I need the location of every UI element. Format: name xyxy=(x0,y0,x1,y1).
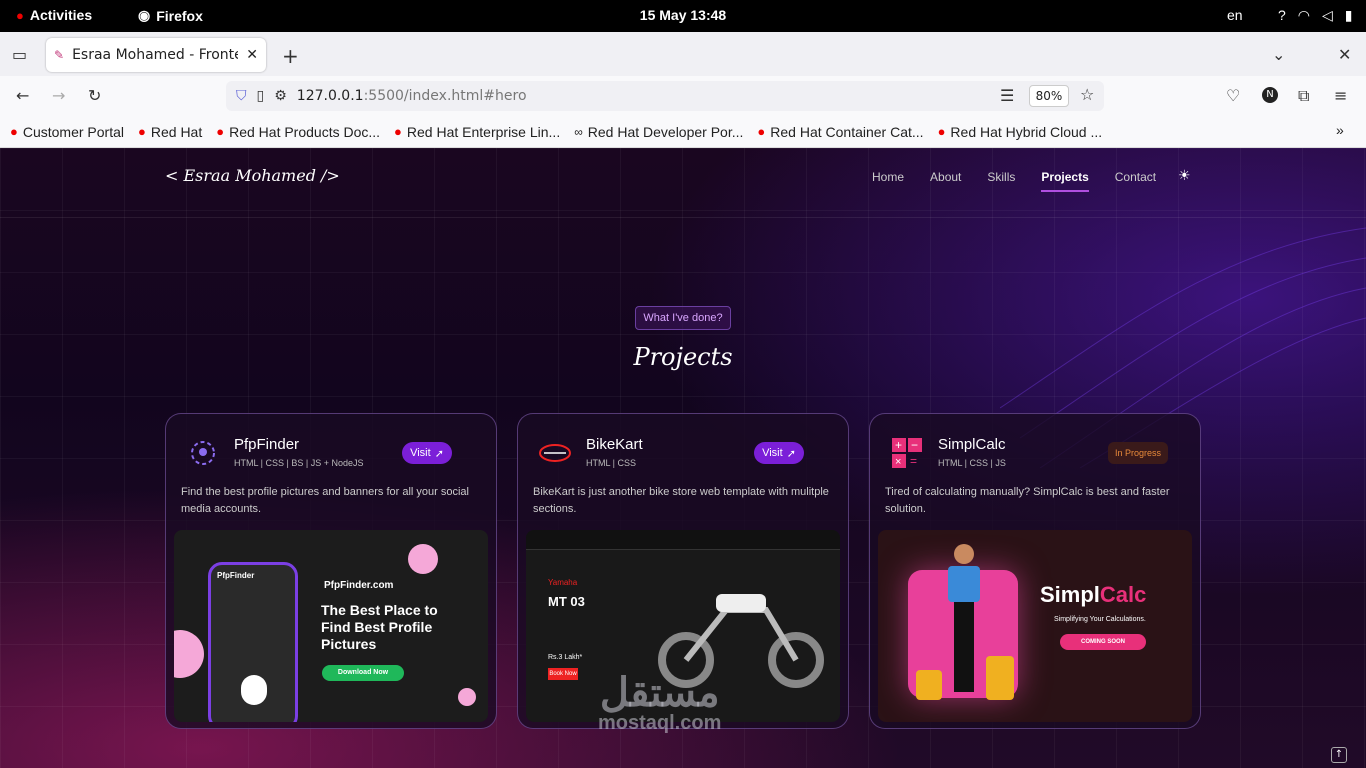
favicon-icon: ✎ xyxy=(54,48,65,62)
redhat-icon: ● xyxy=(937,124,946,139)
browser-tab[interactable]: ✎ Esraa Mohamed - Frontend Developer ✕ xyxy=(46,38,266,72)
close-tab-icon[interactable]: ✕ xyxy=(246,47,258,63)
calculator-logo-icon: + − × = xyxy=(890,436,924,470)
back-button[interactable]: ← xyxy=(16,86,29,105)
pocket-icon[interactable]: ♡ xyxy=(1226,86,1240,105)
bookmark-star-icon[interactable]: ☆ xyxy=(1080,85,1094,104)
project-name: BikeKart xyxy=(586,436,643,453)
project-card-simplcalc: + − × = SimplCalc HTML | CSS | JS In Progre… xyxy=(869,413,1201,729)
menu-icon[interactable]: ≡ xyxy=(1334,86,1347,105)
svg-text:×: × xyxy=(895,456,901,468)
close-window-icon[interactable]: ✕ xyxy=(1338,45,1351,64)
bookmark-item[interactable]: ● Red Hat xyxy=(138,124,202,140)
bookmark-item[interactable]: ● Red Hat Hybrid Cloud ... xyxy=(938,124,1103,140)
extensions-icon[interactable]: ⧉ xyxy=(1298,86,1309,106)
nav-about[interactable]: About xyxy=(930,170,961,192)
zoom-level[interactable]: 80% xyxy=(1029,85,1069,107)
visit-button[interactable]: Visit ➚ xyxy=(402,442,452,464)
page-viewport: < Esraa Mohamed /> Home About Skills Pro… xyxy=(0,148,1366,768)
nav-projects[interactable]: Projects xyxy=(1041,170,1089,192)
more-bookmarks-icon[interactable]: » xyxy=(1336,122,1344,138)
project-description: BikeKart is just another bike store web … xyxy=(533,486,829,515)
person-illustration xyxy=(954,544,974,564)
permissions-icon: ⚙ xyxy=(274,88,287,104)
redhat-icon: ● xyxy=(757,124,766,139)
reader-view-icon[interactable]: ☰ xyxy=(1000,86,1014,105)
theme-toggle-sun-icon[interactable]: ☀ xyxy=(1178,168,1191,184)
reload-button[interactable]: ↻ xyxy=(88,86,101,105)
section-badge: What I've done? xyxy=(635,306,731,330)
svg-text:=: = xyxy=(910,454,917,468)
panda-mascot-icon xyxy=(241,675,267,705)
phone-mockup: PfpFinder xyxy=(208,562,298,722)
redhat-icon: ● xyxy=(138,124,146,139)
nav-skills[interactable]: Skills xyxy=(987,170,1015,192)
simplcalc-title: SimplCalc xyxy=(1040,582,1147,607)
arrow-icon: ➚ xyxy=(434,447,444,460)
project-tech: HTML | CSS xyxy=(586,458,637,468)
site-header: < Esraa Mohamed /> Home About Skills Pro… xyxy=(0,148,1366,218)
nav-contact[interactable]: Contact xyxy=(1115,170,1156,192)
pfpfinder-logo-icon xyxy=(186,436,220,470)
coin-stack-icon xyxy=(986,656,1014,700)
redhat-icon: ● xyxy=(10,124,18,139)
system-tray[interactable]: ? ◠ ◁ ▮ xyxy=(1278,7,1353,24)
site-logo[interactable]: < Esraa Mohamed /> xyxy=(165,166,340,185)
svg-text:+: + xyxy=(895,438,902,452)
project-description: Tired of calculating manually? SimplCalc… xyxy=(885,486,1170,515)
bookmark-item[interactable]: ● Red Hat Products Doc... xyxy=(216,124,380,140)
project-screenshot[interactable]: PfpFinder PfpFinder.com The Best Place t… xyxy=(174,530,488,722)
account-avatar[interactable]: N xyxy=(1262,87,1278,103)
bookmark-item[interactable]: ● Red Hat Enterprise Lin... xyxy=(394,124,560,140)
svg-text:−: − xyxy=(911,438,918,452)
project-card-pfpfinder: PfpFinder HTML | CSS | BS | JS + NodeJS … xyxy=(165,413,497,729)
bookmark-item[interactable]: ● Red Hat Container Cat... xyxy=(757,124,923,140)
shield-icon: ⛉ xyxy=(236,88,247,104)
in-progress-badge: In Progress xyxy=(1108,442,1168,464)
bookmark-item[interactable]: ∞ Red Hat Developer Por... xyxy=(574,124,743,140)
forward-button[interactable]: → xyxy=(52,86,65,105)
redhat-icon: ● xyxy=(394,124,402,139)
page-icon: ▯ xyxy=(256,88,265,104)
project-screenshot[interactable]: SimplCalc Simplifying Your Calculations.… xyxy=(878,530,1192,722)
project-name: PfpFinder xyxy=(234,436,300,453)
clock[interactable]: 15 May 13:48 xyxy=(0,7,1366,23)
tab-overview-icon[interactable]: ▭ xyxy=(12,45,27,64)
system-top-bar: ● Activities ◉ Firefox 15 May 13:48 en ? ◠… xyxy=(0,0,1366,32)
section-title: Projects xyxy=(633,343,733,371)
wifi-icon: ◠ xyxy=(1297,7,1311,23)
coin-stack-icon xyxy=(916,670,942,700)
scroll-to-top-button[interactable]: ↑ xyxy=(1331,747,1347,763)
redhat-icon: ● xyxy=(216,124,225,139)
help-icon: ? xyxy=(1278,7,1286,23)
mostaql-watermark: مستقل mostaql.com xyxy=(598,671,722,734)
site-nav-links: Home About Skills Projects Contact xyxy=(872,170,1156,192)
decor-circle xyxy=(458,688,476,706)
project-description: Find the best profile pictures and banne… xyxy=(181,486,469,515)
project-name: SimplCalc xyxy=(938,436,1006,453)
nav-home[interactable]: Home xyxy=(872,170,904,192)
address-bar[interactable]: ⛉ ▯ ⚙ 127.0.0.1:5500/index.html#hero xyxy=(226,81,1104,111)
bikekart-logo-icon xyxy=(538,436,572,470)
chevron-down-icon[interactable]: ⌄ xyxy=(1272,45,1285,64)
redhat-developer-icon: ∞ xyxy=(574,124,583,139)
project-tech: HTML | CSS | JS xyxy=(938,458,1006,468)
battery-icon: ▮ xyxy=(1344,7,1353,23)
mock-navbar xyxy=(526,530,840,550)
volume-icon: ◁ xyxy=(1322,7,1333,23)
bookmarks-toolbar: ● Customer Portal ● Red Hat ● Red Hat Produ… xyxy=(0,116,1366,148)
decor-circle xyxy=(174,630,204,678)
new-tab-button[interactable]: + xyxy=(282,44,299,68)
bookmark-item[interactable]: ● Customer Portal xyxy=(10,124,124,140)
arrow-icon: ➚ xyxy=(786,447,796,460)
visit-button[interactable]: Visit ➚ xyxy=(754,442,804,464)
decor-circle xyxy=(408,544,438,574)
input-language[interactable]: en xyxy=(1227,7,1243,23)
project-tech: HTML | CSS | BS | JS + NodeJS xyxy=(234,458,364,468)
